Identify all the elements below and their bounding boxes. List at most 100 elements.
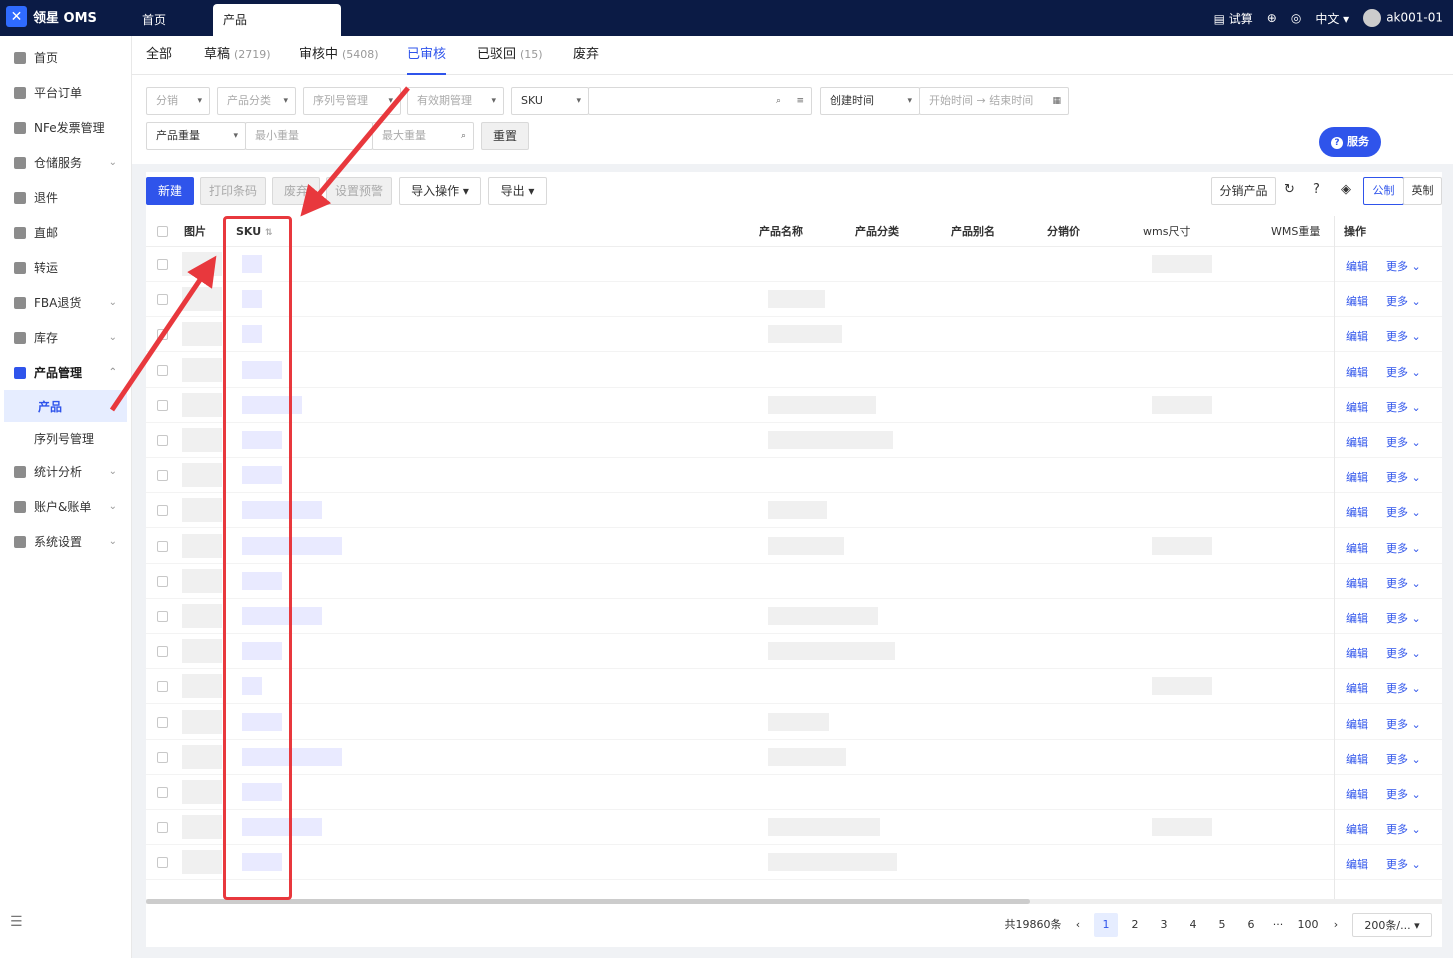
import-button[interactable]: 导入操作 ▾ <box>399 177 481 205</box>
edit-link[interactable]: 编辑 <box>1346 575 1368 591</box>
column-settings-icon[interactable]: ◈ <box>1341 182 1351 197</box>
page-4[interactable]: 4 <box>1181 913 1205 937</box>
sidebar-item-statistics[interactable]: 统计分析 ⌄ <box>0 454 131 489</box>
prev-page-icon[interactable]: ‹ <box>1070 913 1086 937</box>
top-tab-home[interactable]: 首页 <box>132 4 176 36</box>
row-checkbox[interactable] <box>157 435 168 446</box>
table-row[interactable]: 编辑 更多 ⌄ <box>146 740 1442 775</box>
more-dropdown[interactable]: 更多 ⌄ <box>1386 540 1421 556</box>
table-row[interactable]: 编辑 更多 ⌄ <box>146 282 1442 318</box>
row-checkbox[interactable] <box>157 399 168 411</box>
table-row[interactable]: 编辑 更多 ⌄ <box>146 775 1442 810</box>
table-row[interactable]: 编辑 更多 ⌄ <box>146 669 1442 705</box>
table-row[interactable]: 编辑 更多 ⌄ <box>146 810 1442 846</box>
max-weight-input[interactable]: 最大重量 ⌕ <box>372 122 474 150</box>
page-size-select[interactable]: 200条/... ▾ <box>1352 913 1432 937</box>
row-checkbox[interactable] <box>157 822 168 834</box>
tab-all[interactable]: 全部 <box>146 36 172 75</box>
edit-link[interactable]: 编辑 <box>1346 293 1368 309</box>
table-row[interactable]: 编辑 更多 ⌄ <box>146 599 1442 634</box>
service-button[interactable]: ? 服务 <box>1319 127 1381 157</box>
more-dropdown[interactable]: 更多 ⌄ <box>1386 786 1421 802</box>
sidebar-item-nfe[interactable]: NFe发票管理 <box>0 110 131 145</box>
more-dropdown[interactable]: 更多 ⌄ <box>1386 680 1421 696</box>
edit-link[interactable]: 编辑 <box>1346 504 1368 520</box>
edit-link[interactable]: 编辑 <box>1346 786 1368 802</box>
imperial-toggle[interactable]: 英制 <box>1403 177 1442 205</box>
horizontal-scrollbar[interactable] <box>146 899 1442 904</box>
batch-input-icon[interactable]: ≡ <box>796 88 804 114</box>
edit-link[interactable]: 编辑 <box>1346 434 1368 450</box>
sku-search-input[interactable]: ⌕ ≡ <box>588 87 812 115</box>
sku-type-select[interactable]: SKU ▾ <box>511 87 589 115</box>
sidebar-item-platform-orders[interactable]: 平台订单 <box>0 75 131 110</box>
row-checkbox[interactable] <box>157 575 168 587</box>
reset-button[interactable]: 重置 <box>481 122 529 150</box>
app-logo[interactable]: ✕ 领星 OMS <box>6 6 97 27</box>
help-icon[interactable]: ? <box>1313 182 1320 197</box>
metric-toggle[interactable]: 公制 <box>1363 177 1404 205</box>
edit-link[interactable]: 编辑 <box>1346 258 1368 274</box>
sidebar-item-settings[interactable]: 系统设置 ⌄ <box>0 524 131 559</box>
language-select[interactable]: 中文 ▾ <box>1315 10 1349 27</box>
more-dropdown[interactable]: 更多 ⌄ <box>1386 610 1421 626</box>
tab-rejected[interactable]: 已驳回 (15) <box>477 36 543 75</box>
more-dropdown[interactable]: 更多 ⌄ <box>1386 645 1421 661</box>
table-row[interactable]: 编辑 更多 ⌄ <box>146 493 1442 529</box>
table-row[interactable]: 编辑 更多 ⌄ <box>146 634 1442 670</box>
more-dropdown[interactable]: 更多 ⌄ <box>1386 575 1421 591</box>
more-dropdown[interactable]: 更多 ⌄ <box>1386 364 1421 380</box>
sidebar-item-accounts[interactable]: 账户&账单 ⌄ <box>0 489 131 524</box>
row-checkbox[interactable] <box>157 857 168 869</box>
row-checkbox[interactable] <box>157 540 168 552</box>
next-page-icon[interactable]: › <box>1328 913 1344 937</box>
tab-discarded[interactable]: 废弃 <box>573 36 599 75</box>
trial-button[interactable]: ▤ 试算 <box>1214 10 1253 27</box>
table-row[interactable]: 编辑 更多 ⌄ <box>146 845 1442 881</box>
edit-link[interactable]: 编辑 <box>1346 328 1368 344</box>
row-checkbox[interactable] <box>157 505 168 517</box>
row-checkbox[interactable] <box>157 751 168 763</box>
new-button[interactable]: 新建 <box>146 177 194 205</box>
table-row[interactable]: 编辑 更多 ⌄ <box>146 458 1442 494</box>
row-checkbox[interactable] <box>157 787 168 798</box>
more-dropdown[interactable]: 更多 ⌄ <box>1386 258 1421 274</box>
sidebar-item-direct-mail[interactable]: 直邮 <box>0 215 131 250</box>
serial-select[interactable]: 序列号管理 ▾ <box>303 87 401 115</box>
edit-link[interactable]: 编辑 <box>1346 399 1368 415</box>
search-icon[interactable]: ⌕ <box>461 123 466 149</box>
more-dropdown[interactable]: 更多 ⌄ <box>1386 293 1421 309</box>
sidebar-item-product-management[interactable]: 产品管理 ⌃ <box>0 355 131 390</box>
more-dropdown[interactable]: 更多 ⌄ <box>1386 469 1421 485</box>
tab-approved[interactable]: 已审核 <box>407 36 447 75</box>
row-checkbox[interactable] <box>157 294 168 306</box>
sidebar-subitem-product[interactable]: 产品 <box>4 390 127 422</box>
page-1[interactable]: 1 <box>1094 913 1118 937</box>
weight-select[interactable]: 产品重量 ▾ <box>146 122 246 150</box>
edit-link[interactable]: 编辑 <box>1346 821 1368 837</box>
table-row[interactable]: 编辑 更多 ⌄ <box>146 423 1442 458</box>
download-icon[interactable]: ⊕ <box>1267 11 1277 25</box>
page-100[interactable]: 100 <box>1294 913 1322 937</box>
date-range-picker[interactable]: 开始时间 → 结束时间 ▦ <box>919 87 1069 115</box>
more-dropdown[interactable]: 更多 ⌄ <box>1386 504 1421 520</box>
category-select[interactable]: 产品分类 ▾ <box>217 87 296 115</box>
table-row[interactable]: 编辑 更多 ⌄ <box>146 317 1442 353</box>
more-dropdown[interactable]: 更多 ⌄ <box>1386 821 1421 837</box>
row-checkbox[interactable] <box>157 681 168 693</box>
print-barcode-button[interactable]: 打印条码 <box>200 177 266 205</box>
set-alert-button[interactable]: 设置预警 <box>326 177 392 205</box>
export-button[interactable]: 导出 ▾ <box>488 177 547 205</box>
edit-link[interactable]: 编辑 <box>1346 469 1368 485</box>
row-checkbox[interactable] <box>157 329 168 341</box>
edit-link[interactable]: 编辑 <box>1346 364 1368 380</box>
more-dropdown[interactable]: 更多 ⌄ <box>1386 751 1421 767</box>
distribute-product-button[interactable]: 分销产品 <box>1211 177 1276 205</box>
edit-link[interactable]: 编辑 <box>1346 680 1368 696</box>
page-2[interactable]: 2 <box>1123 913 1147 937</box>
top-tab-product[interactable]: 产品 <box>213 4 341 36</box>
tab-draft[interactable]: 草稿 (2719) <box>204 36 271 75</box>
edit-link[interactable]: 编辑 <box>1346 610 1368 626</box>
page-3[interactable]: 3 <box>1152 913 1176 937</box>
edit-link[interactable]: 编辑 <box>1346 716 1368 732</box>
